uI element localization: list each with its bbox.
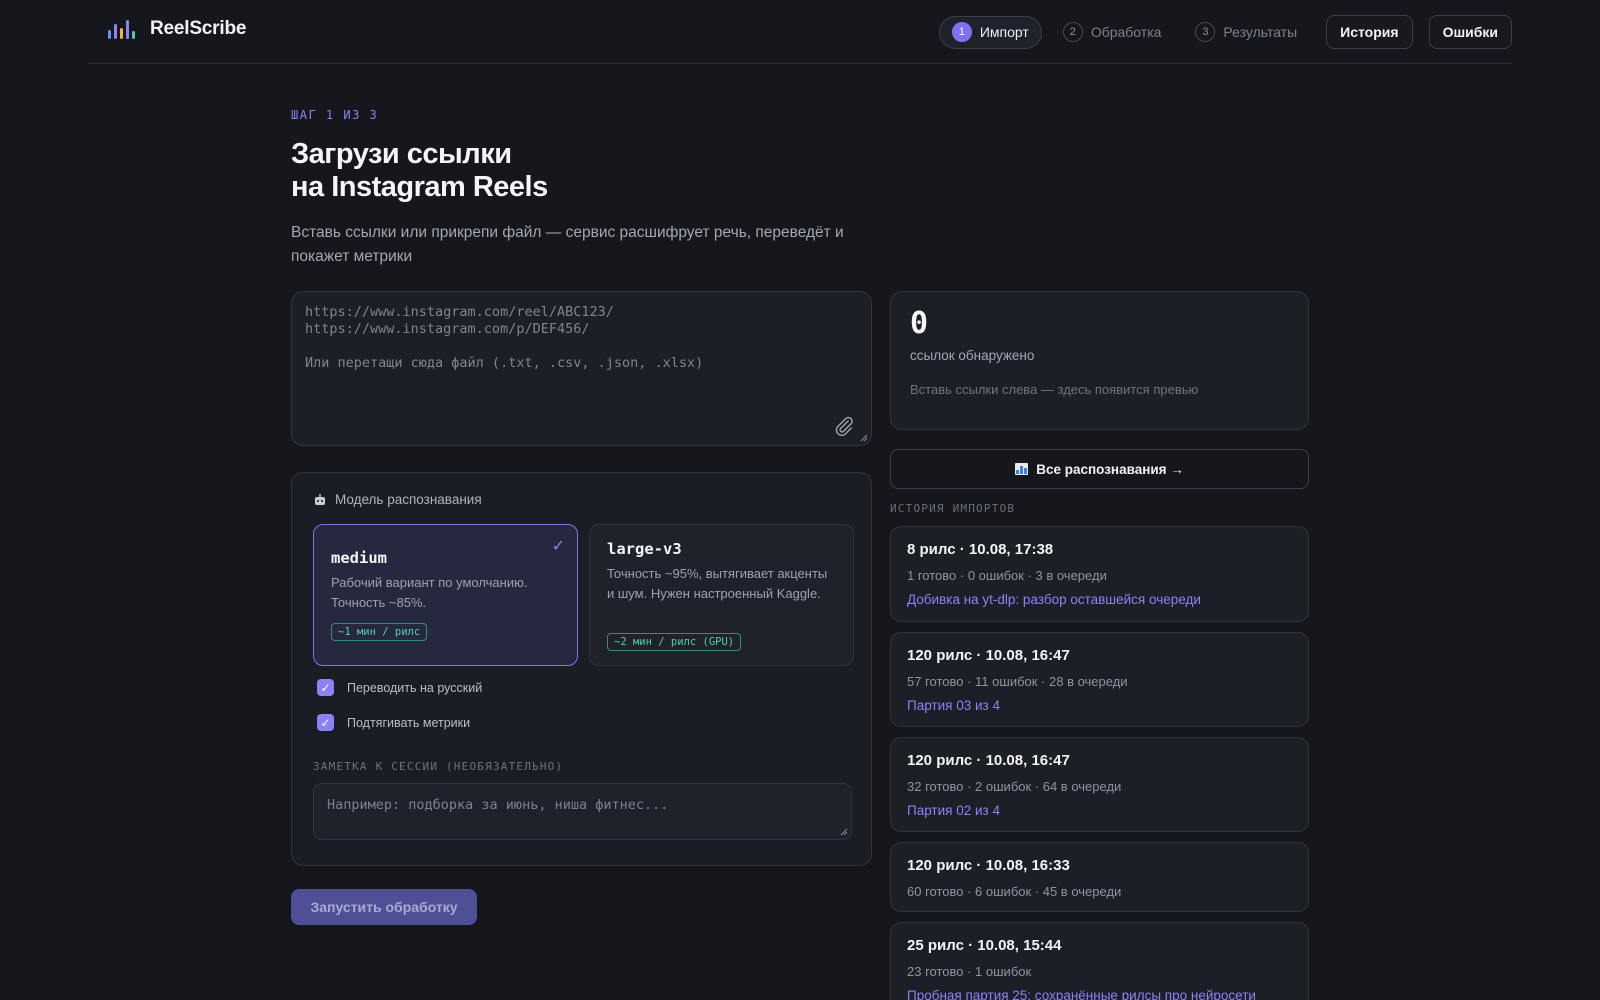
model-option-large-v3[interactable]: large-v3 Точность ~95%, вытягивает акцен… — [589, 524, 854, 666]
model-option-tag: ~1 мин / рилс — [331, 623, 428, 641]
model-settings-card: Модель распознавания ✓ medium Рабочий ва… — [291, 472, 872, 866]
history-item-title: 120 рилс · 10.08, 16:33 — [907, 857, 1070, 874]
model-option-name: medium — [331, 549, 387, 567]
brand[interactable]: ReelScribe — [108, 18, 246, 40]
model-option-tag: ~2 мин / рилс (GPU) — [607, 633, 742, 651]
resize-handle[interactable] — [840, 828, 848, 836]
start-processing-button[interactable]: Запустить обработку — [291, 889, 477, 925]
links-summary-card: 0 ссылок обнаружено Вставь ссылки слева … — [890, 291, 1309, 430]
history-item-stats: 23 готово · 1 ошибок — [907, 964, 1032, 979]
history-item[interactable]: 120 рилс · 10.08, 16:47 32 готово · 2 ош… — [890, 737, 1309, 832]
history-item-stats: 60 готово · 6 ошибок · 45 в очереди — [907, 884, 1122, 899]
step-label: Импорт — [979, 24, 1029, 40]
history-item-stats: 57 готово · 11 ошибок · 28 в очереди — [907, 674, 1128, 689]
metrics-checkbox-row[interactable]: ✓ Подтягивать метрики — [317, 714, 470, 731]
history-heading: ИСТОРИЯ ИМПОРТОВ — [890, 502, 1016, 515]
model-heading-label: Модель распознавания — [335, 492, 482, 507]
history-item-link[interactable]: Пробная партия 25: сохранённые рилсы про… — [907, 988, 1256, 1000]
history-item[interactable]: 8 рилс · 10.08, 17:38 1 готово · 0 ошибо… — [890, 526, 1309, 622]
session-note-input[interactable]: Например: подборка за июнь, ниша фитнес.… — [313, 783, 852, 840]
errors-button[interactable]: Ошибки — [1428, 15, 1512, 49]
step-eyebrow: ШАГ 1 ИЗ 3 — [291, 108, 379, 122]
page-title-line2: на Instagram Reels — [291, 171, 548, 203]
history-item-link[interactable]: Партия 03 из 4 — [907, 698, 1000, 713]
model-option-desc: Точность ~95%, вытягивает акценты и шум.… — [607, 566, 828, 601]
model-option-medium[interactable]: ✓ medium Рабочий вариант по умолчанию. Т… — [313, 524, 578, 666]
step-label: Обработка — [1090, 24, 1162, 40]
step-label: Результаты — [1223, 24, 1298, 40]
history-item[interactable]: 120 рилс · 10.08, 16:33 60 готово · 6 ош… — [890, 842, 1309, 912]
step-import[interactable]: 1 Импорт — [938, 15, 1042, 49]
history-item-stats: 32 готово · 2 ошибок · 64 в очереди — [907, 779, 1122, 794]
session-note-placeholder: Например: подборка за июнь, ниша фитнес.… — [327, 797, 669, 813]
history-item-link[interactable]: Добивка на yt-dlp: разбор оставшейся оче… — [907, 592, 1201, 607]
translate-checkbox[interactable]: ✓ — [317, 679, 334, 696]
history-item-stats: 1 готово · 0 ошибок · 3 в очереди — [907, 568, 1107, 583]
step-results[interactable]: 3 Результаты — [1182, 16, 1310, 49]
translate-checkbox-label: Переводить на русский — [347, 680, 483, 695]
all-recognitions-button[interactable]: Все распознавания → — [890, 449, 1309, 489]
history-item[interactable]: 120 рилс · 10.08, 16:47 57 готово · 11 о… — [890, 632, 1309, 727]
app-name: ReelScribe — [150, 18, 247, 39]
step-nav: 1 Импорт 2 Обработка 3 Результаты Истори… — [938, 15, 1512, 49]
model-option-name: large-v3 — [607, 540, 682, 558]
checkmark-icon: ✓ — [551, 538, 565, 555]
page-title-line1: Загрузи ссылки — [291, 138, 512, 170]
step-number: 3 — [1195, 22, 1216, 42]
step-processing[interactable]: 2 Обработка — [1050, 16, 1175, 49]
resize-handle[interactable] — [860, 434, 868, 442]
page-title: Загрузи ссылки на Instagram Reels — [291, 138, 548, 204]
metrics-checkbox-label: Подтягивать метрики — [347, 715, 471, 730]
history-item-title: 8 рилс · 10.08, 17:38 — [907, 541, 1054, 558]
top-header: ReelScribe 1 Импорт 2 Обработка 3 Резуль… — [88, 0, 1512, 64]
history-item-title: 120 рилс · 10.08, 16:47 — [907, 752, 1070, 769]
links-count: 0 — [910, 306, 929, 341]
page-subtitle: Вставь ссылки или прикрепи файл — сервис… — [291, 224, 844, 265]
paperclip-icon[interactable] — [833, 415, 855, 437]
model-heading: Модель распознавания — [313, 492, 482, 507]
all-recognitions-label: Все распознавания → — [1036, 461, 1184, 477]
history-button[interactable]: История — [1326, 15, 1413, 49]
history-item[interactable]: 25 рилс · 10.08, 15:44 23 готово · 1 оши… — [890, 922, 1309, 1000]
metrics-checkbox[interactable]: ✓ — [317, 714, 334, 731]
step-number: 2 — [1062, 22, 1083, 42]
links-textarea[interactable]: https://www.instagram.com/reel/ABC123/ h… — [291, 291, 872, 446]
history-item-title: 120 рилс · 10.08, 16:47 — [907, 647, 1070, 664]
logo-bars-icon — [108, 19, 136, 39]
bar-chart-icon — [1015, 463, 1029, 475]
session-note-label: ЗАМЕТКА К СЕССИИ (НЕОБЯЗАТЕЛЬНО) — [313, 760, 564, 773]
links-placeholder: https://www.instagram.com/reel/ABC123/ h… — [305, 304, 704, 371]
robot-icon — [315, 493, 325, 505]
preview-hint: Вставь ссылки слева — здесь появится пре… — [910, 382, 1199, 397]
model-option-desc: Рабочий вариант по умолчанию. Точность ~… — [331, 575, 528, 610]
history-item-link[interactable]: Партия 02 из 4 — [907, 803, 1000, 818]
translate-checkbox-row[interactable]: ✓ Переводить на русский — [317, 679, 482, 696]
links-count-label: ссылок обнаружено — [910, 348, 1035, 363]
history-item-title: 25 рилс · 10.08, 15:44 — [907, 937, 1062, 954]
step-number: 1 — [951, 22, 972, 42]
